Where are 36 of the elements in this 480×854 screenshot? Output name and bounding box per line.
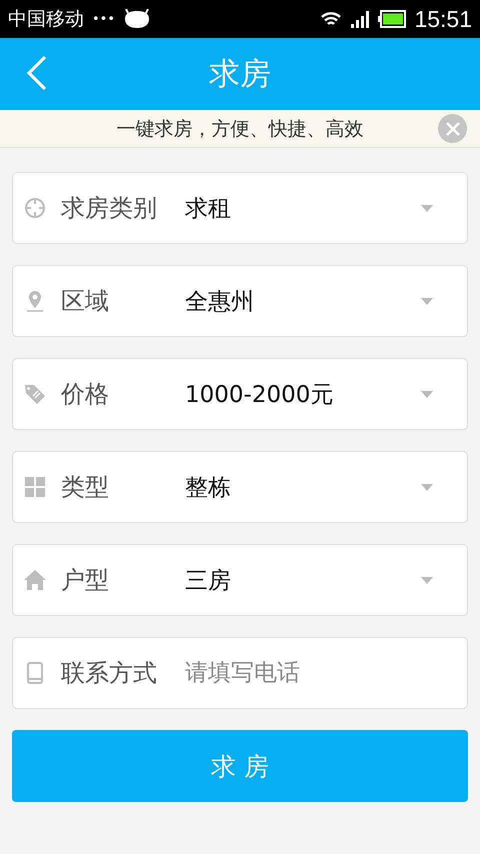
battery-icon [378,10,406,28]
field-label: 类型 [61,472,110,503]
notification-dots: ••• [92,12,116,26]
field-label: 求房类别 [61,193,158,224]
field-value: 求租 [185,194,232,224]
phone-input-field[interactable]: 联系方式 请填写电话 [12,637,468,709]
notice-text: 一键求房，方便、快捷、高效 [116,116,364,142]
field-value: 1000-2000元 [185,380,334,410]
page-title: 求房 [209,56,271,92]
house-icon [23,568,47,592]
dropdown-field[interactable]: 户型 三房 [12,544,468,616]
field-label: 价格 [61,379,110,410]
dropdown-field[interactable]: 类型 整栋 [12,451,468,523]
dropdown-caret-icon [421,576,433,584]
field-value: 整栋 [185,474,232,502]
clock-time: 15:51 [414,6,472,32]
carrier-name: 中国移动 [8,7,84,32]
dropdown-caret-icon [421,204,433,212]
signal-icon [350,10,370,28]
dropdown-field[interactable]: 求房类别 求租 [12,172,468,244]
close-button[interactable] [438,114,467,143]
dropdown-caret-icon [421,298,433,304]
dropdown-caret-icon [421,484,433,490]
crosshair-icon [23,196,47,220]
dropdown-field[interactable]: 区域 全惠州 [12,265,468,337]
field-value: 全惠州 [185,288,255,316]
dropdown-caret-icon [421,390,433,398]
field-label: 联系方式 [61,658,158,689]
field-label: 户型 [61,565,110,596]
field-value: 三房 [185,566,232,596]
close-icon [446,122,460,136]
tag-icon [23,382,47,406]
dropdown-field[interactable]: 价格 1000-2000元 [12,358,468,430]
back-icon [26,55,48,91]
grid-icon [23,475,47,499]
field-label: 区域 [61,286,110,317]
